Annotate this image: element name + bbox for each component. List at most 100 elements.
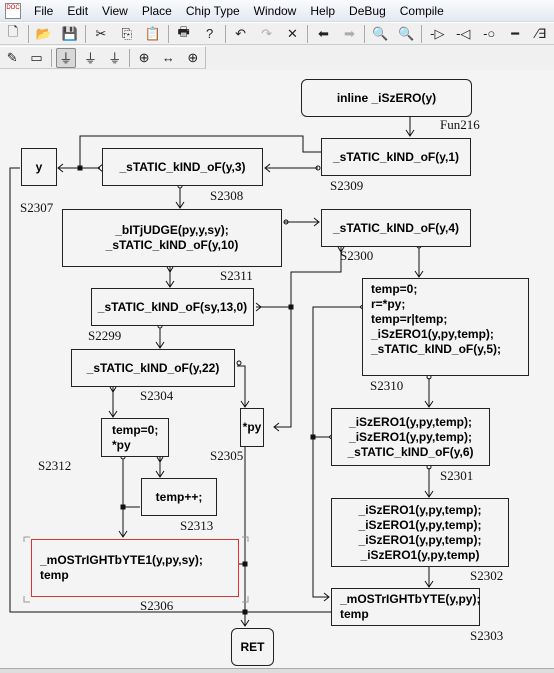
toolbar-separator [84,24,86,43]
menu-compile[interactable]: Compile [393,4,451,18]
chip-in-icon: ⏚ [83,51,97,66]
undo-button[interactable]: ↶ [230,24,252,44]
menu-chip-type[interactable]: Chip Type [179,4,247,18]
chip-dotted-button[interactable]: ⏚ [105,48,125,68]
node-label-s2305: S2305 [210,448,244,463]
diagram-canvas[interactable]: inline _iSzERO(y) Fun216 _sTATIC_kIND_oF… [0,70,554,673]
copy-icon: ⎘ [121,25,132,41]
node-s2305[interactable]: *py [240,408,264,447]
forward-arrow-button[interactable]: ➡ [338,24,360,44]
node-text: temp++; [155,489,203,504]
node-s2309[interactable]: _sTATIC_kIND_oF(y,1) [321,138,471,176]
node-label-s2309: S2309 [330,178,364,193]
chip-in-button[interactable]: ⏚ [80,48,100,68]
delete-button[interactable]: ✕ [282,24,304,44]
node-text: _sTATIC_kIND_oF(y,22) [86,360,220,375]
node-text: _iSzERO1(y,py,temp); [349,429,472,444]
node-s2301[interactable]: _iSzERO1(y,py,temp); _iSzERO1(y,py,temp);… [331,408,490,466]
redo-button[interactable]: ↷ [256,24,278,44]
open-folder-button[interactable]: 📂 [33,24,55,44]
node-text: _iSzERO1(y,py,temp); [358,532,482,547]
node-s2312[interactable]: temp=0; *py [101,418,169,457]
h-spread-icon: ↔ [161,50,175,65]
node-s2307[interactable]: _bITjUDGE(py,y,sy); _sTATIC_kIND_oF(y,10) [62,209,282,267]
node-s2308[interactable]: _sTATIC_kIND_oF(y,3) [102,148,263,186]
node-s2302[interactable]: _iSzERO1(y,py,temp); _iSzERO1(y,py,temp);… [331,498,509,567]
chip-button[interactable]: ⏚ [55,47,77,68]
node-s2310[interactable]: temp=0; r=*py; temp=r|temp; _iSzERO1(y,p… [362,278,529,376]
node-label-s2304: S2304 [140,388,174,403]
node-text: _iSzERO1(y,py,temp); [358,517,482,532]
node-s2306-selected[interactable]: _mOSTrIGHTbYTE1(y,py,sy); temp [31,539,239,597]
output-pin-button[interactable]: -◁ [452,24,474,44]
menu-view[interactable]: View [95,4,135,18]
node-label-s2312: S2312 [38,458,72,473]
menu-help[interactable]: Help [303,4,342,18]
node-text: temp=0; [112,422,159,437]
zoom-button[interactable]: 🔍 [369,24,391,44]
node-text: _iSzERO1(y,py,temp); [349,414,472,429]
node-text: *py [112,437,131,452]
menu-window[interactable]: Window [247,4,304,18]
node-s2303[interactable]: _mOSTrIGHTbYTE(y,py); temp [331,588,480,626]
bus-button[interactable]: ⁄∃ [530,24,552,44]
h-spread-button[interactable]: ↔ [158,48,178,68]
print-icon: 🖶 [177,23,190,39]
menu-place[interactable]: Place [135,4,179,18]
save-icon: 💾 [61,25,78,41]
node-text: _sTATIC_kIND_oF(y,5); [371,342,502,356]
back-arrow-button[interactable]: ⬅ [312,24,334,44]
toolbar-separator [167,24,169,43]
menu-file[interactable]: File [27,4,60,18]
delete-icon: ✕ [287,25,298,41]
function-header-node[interactable]: inline _iSzERO(y) [301,79,472,117]
node-s2299[interactable]: _sTATIC_kIND_oF(sy,13,0) [91,288,254,326]
menu-debug[interactable]: DeBug [342,4,393,18]
help-button[interactable]: ? [199,24,221,44]
node-label-s2301: S2301 [440,468,474,483]
menu-edit[interactable]: Edit [60,4,95,18]
node-y[interactable]: y [21,148,57,186]
cut-icon: ✂ [95,25,107,41]
pen-button[interactable]: ✎ [2,48,22,68]
node-s2304[interactable]: _sTATIC_kIND_oF(y,22) [71,349,235,387]
node-label-s2313: S2313 [180,518,214,533]
node-text: temp=r|temp; [371,312,448,326]
toolbar-separator [421,24,423,43]
line-button[interactable]: ━ [504,24,526,44]
copy-button[interactable]: ⎘ [116,24,138,44]
menu-bar: DOC File Edit View Place Chip Type Windo… [0,0,554,22]
node-text: _mOSTrIGHTbYTE(y,py); [340,592,481,606]
align-button[interactable]: ⊕ [134,48,154,68]
zoom-icon: 🔍 [372,25,389,41]
node-ret[interactable]: RET [231,628,274,666]
node-text: temp=0; [371,282,418,296]
paste-button[interactable]: 📋 [142,24,164,44]
print-button[interactable]: 🖶 [173,24,195,44]
node-text: _sTATIC_kIND_oF(y,1) [332,149,460,164]
input-pin-button[interactable]: -▷ [426,24,448,44]
save-button[interactable]: 💾 [59,24,81,44]
node-text: temp [340,607,369,621]
zoom-in-button[interactable]: 🔍 [395,24,417,44]
circle-pin-button[interactable]: -○ [478,24,500,44]
node-s2313[interactable]: temp++; [141,478,217,516]
horizontal-scrollbar[interactable] [0,668,554,673]
new-file-button[interactable]: 🗋 [2,24,24,44]
node-label-s2303: S2303 [470,628,504,643]
chip-icon: ⏚ [59,51,73,66]
cut-button[interactable]: ✂ [90,24,112,44]
node-label-s2299: S2299 [88,328,122,343]
open-folder-icon: 📂 [35,25,53,41]
circle-pin-icon: -○ [483,26,496,41]
node-s2300[interactable]: _sTATIC_kIND_oF(y,4) [321,209,471,247]
line-icon: ━ [511,25,520,41]
chip-dotted-icon: ⏚ [108,51,122,66]
node-label-s2306: S2306 [140,598,174,613]
center-button[interactable]: ⊕ [183,48,203,68]
node-text: _bITjUDGE(py,y,sy); [115,223,229,237]
app-icon[interactable]: DOC [5,2,21,19]
node-text: inline _iSzERO(y) [336,90,437,105]
rectangle-button[interactable]: ▭ [26,48,46,68]
align-icon: ⊕ [138,49,150,65]
